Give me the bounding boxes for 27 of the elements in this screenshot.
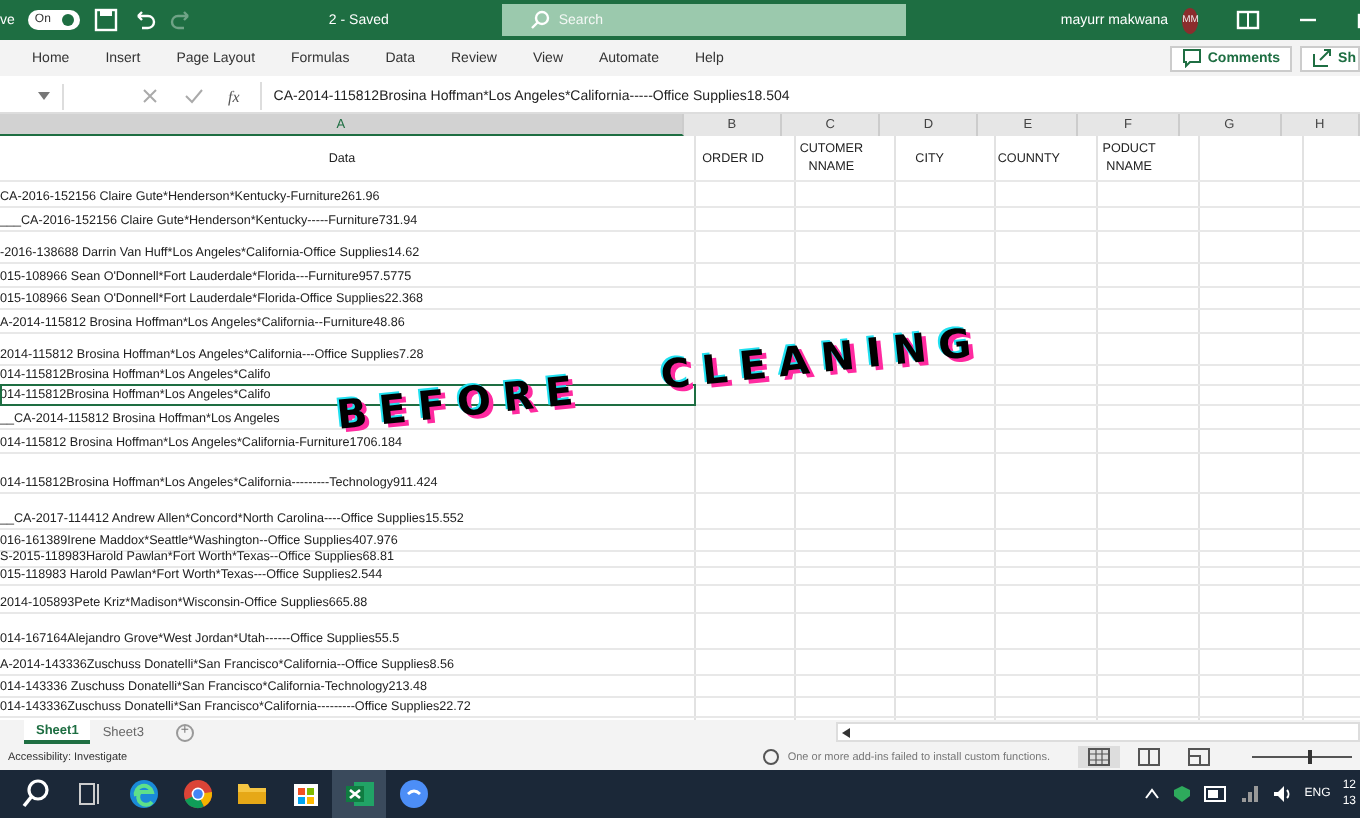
task-view-icon[interactable] xyxy=(73,778,105,810)
ribbon-display-icon[interactable] xyxy=(1236,10,1261,30)
normal-view-icon[interactable] xyxy=(1088,748,1110,766)
folder-icon[interactable] xyxy=(235,778,267,810)
caption-word: CLEANING xyxy=(659,323,985,393)
scroll-left-icon[interactable] xyxy=(842,727,852,737)
undo-icon[interactable] xyxy=(132,8,157,32)
share-icon xyxy=(1312,48,1333,68)
battery-icon[interactable] xyxy=(1204,786,1229,802)
info-icon xyxy=(761,748,780,766)
store-icon[interactable] xyxy=(289,778,321,810)
save-icon[interactable] xyxy=(94,8,119,32)
chevron-up-icon[interactable] xyxy=(1144,788,1161,800)
browser-icon[interactable] xyxy=(127,778,159,810)
search-icon[interactable] xyxy=(19,778,51,810)
signal-icon[interactable] xyxy=(1240,784,1261,804)
page-break-icon[interactable] xyxy=(1188,748,1210,766)
spreadsheet-app-icon[interactable] xyxy=(343,778,375,810)
volume-icon[interactable] xyxy=(1272,784,1293,804)
horizontal-scrollbar[interactable] xyxy=(836,722,1360,742)
search-icon xyxy=(530,10,551,30)
comment-icon xyxy=(1181,48,1202,68)
insert-function-button[interactable]: fx xyxy=(228,87,240,105)
caption-word: BEFORE xyxy=(334,371,587,433)
caret-icon xyxy=(38,92,50,100)
shield-icon[interactable] xyxy=(1172,784,1193,804)
page-layout-icon[interactable] xyxy=(1138,748,1160,766)
